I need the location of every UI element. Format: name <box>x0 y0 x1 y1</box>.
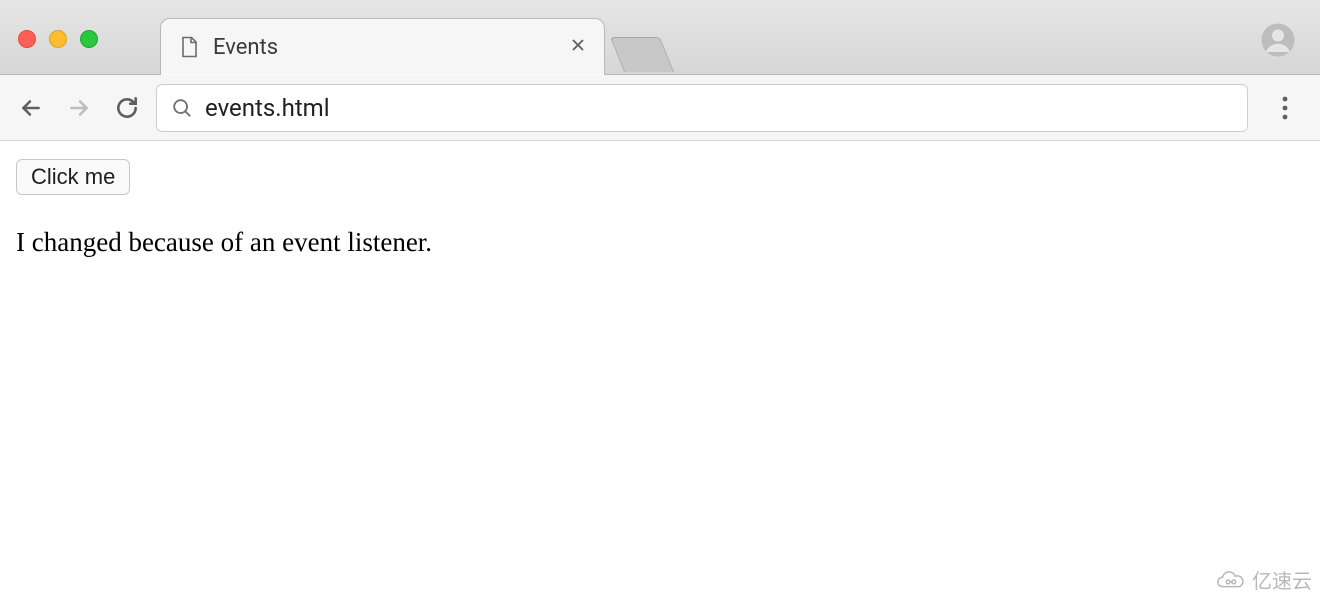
click-me-button[interactable]: Click me <box>16 159 130 195</box>
search-icon <box>171 97 193 119</box>
tab-close-icon[interactable] <box>566 32 590 62</box>
window-minimize-button[interactable] <box>49 30 67 48</box>
window-controls <box>18 30 98 48</box>
address-bar-text[interactable]: events.html <box>205 94 1233 122</box>
event-result-text: I changed because of an event listener. <box>16 227 1304 258</box>
cloud-icon <box>1216 569 1246 591</box>
page-viewport: Click me I changed because of an event l… <box>0 141 1320 276</box>
browser-tab[interactable]: Events <box>160 18 605 75</box>
back-button[interactable] <box>12 89 50 127</box>
browser-menu-button[interactable] <box>1266 89 1304 127</box>
new-tab-button[interactable] <box>610 37 674 72</box>
forward-button[interactable] <box>60 89 98 127</box>
browser-toolbar: events.html <box>0 75 1320 141</box>
tab-strip: Events <box>160 0 667 74</box>
window-close-button[interactable] <box>18 30 36 48</box>
tab-title: Events <box>213 35 566 60</box>
watermark-text: 亿速云 <box>1252 565 1312 594</box>
file-icon <box>177 35 201 59</box>
profile-avatar-icon[interactable] <box>1260 22 1296 58</box>
browser-titlebar: Events <box>0 0 1320 75</box>
window-maximize-button[interactable] <box>80 30 98 48</box>
reload-button[interactable] <box>108 89 146 127</box>
watermark: 亿速云 <box>1216 565 1312 594</box>
address-bar[interactable]: events.html <box>156 84 1248 132</box>
